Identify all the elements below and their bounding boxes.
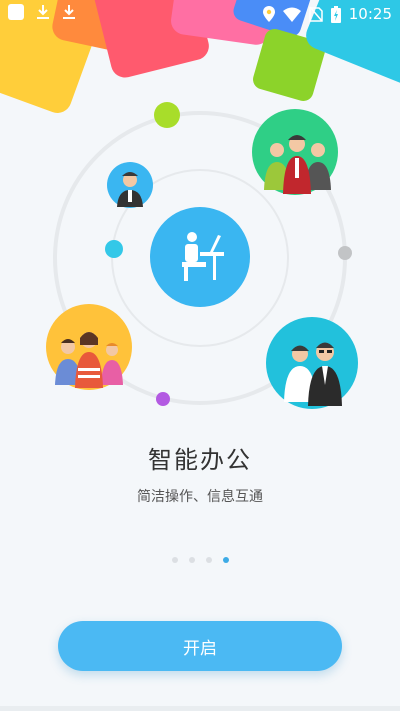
page-dot-2 xyxy=(188,557,195,563)
status-time: 10:25 xyxy=(348,5,392,23)
page-dot-4-active xyxy=(222,557,229,563)
onboarding-title: 智能办公 xyxy=(148,446,252,474)
start-button[interactable]: 开启 xyxy=(58,621,342,671)
wifi-icon xyxy=(282,7,301,22)
no-sim-icon xyxy=(309,6,323,22)
download-icon xyxy=(37,5,49,19)
single-user-avatar xyxy=(107,162,153,208)
app-notification-icon xyxy=(8,4,24,20)
team-avatar-business xyxy=(266,317,358,409)
bottom-edge xyxy=(0,706,400,711)
status-bar: 10:25 xyxy=(0,0,400,28)
onboarding-illustration xyxy=(46,102,358,409)
onboarding-subtitle: 简洁操作、信息互通 xyxy=(137,489,263,505)
battery-charging-icon xyxy=(330,5,341,23)
team-avatar-yellow xyxy=(46,304,132,390)
download-icon xyxy=(63,5,75,19)
page-dot-1 xyxy=(171,557,178,563)
location-icon xyxy=(262,6,275,22)
page-dot-3 xyxy=(205,557,212,563)
page-indicator xyxy=(0,557,400,563)
team-avatar-green xyxy=(252,109,338,195)
office-worker-icon xyxy=(150,207,250,307)
